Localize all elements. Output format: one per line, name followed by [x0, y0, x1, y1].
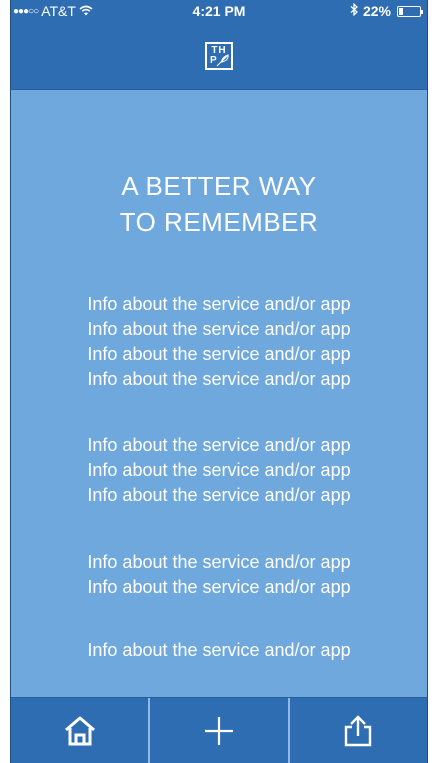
- info-line: Info about the service and/or app: [87, 435, 351, 455]
- info-line: Info about the service and/or app: [87, 485, 351, 505]
- battery-icon: [397, 5, 423, 17]
- app-logo: TH P: [205, 42, 233, 70]
- battery-percent: 22%: [362, 3, 391, 19]
- info-line: Info about the service and/or app: [87, 319, 351, 339]
- add-tab[interactable]: [150, 698, 290, 763]
- info-group-2: Info about the service and/or app Info a…: [11, 433, 427, 508]
- status-bar: ●●●○○ AT&T 4:21 PM 22%: [11, 0, 427, 22]
- status-right: 22%: [350, 2, 423, 19]
- phone-screen: ●●●○○ AT&T 4:21 PM 22% TH P A BETTER WAY…: [10, 0, 428, 763]
- home-tab[interactable]: [11, 698, 151, 763]
- info-line: Info about the service and/or app: [87, 344, 351, 364]
- main-content: A BETTER WAY TO REMEMBER Info about the …: [11, 90, 427, 697]
- info-group-4: Info about the service and/or app: [11, 638, 427, 663]
- headline-line-2: TO REMEMBER: [119, 207, 319, 237]
- share-icon: [345, 714, 372, 746]
- info-line: Info about the service and/or app: [87, 460, 351, 480]
- info-line: Info about the service and/or app: [87, 640, 351, 660]
- plus-icon: [204, 716, 233, 745]
- info-line: Info about the service and/or app: [87, 369, 351, 389]
- info-line: Info about the service and/or app: [87, 294, 351, 314]
- info-line: Info about the service and/or app: [87, 552, 351, 572]
- home-icon: [64, 716, 95, 745]
- share-tab[interactable]: [290, 698, 427, 763]
- bluetooth-icon: [350, 2, 359, 19]
- info-line: Info about the service and/or app: [87, 577, 351, 597]
- tab-bar: [11, 697, 427, 763]
- feather-icon: [216, 54, 229, 67]
- app-header: TH P: [11, 22, 427, 90]
- battery-level: [399, 7, 404, 15]
- headline-line-1: A BETTER WAY: [121, 171, 317, 201]
- info-group-1: Info about the service and/or app Info a…: [11, 292, 427, 392]
- info-group-3: Info about the service and/or app Info a…: [11, 550, 427, 600]
- headline: A BETTER WAY TO REMEMBER: [11, 168, 427, 240]
